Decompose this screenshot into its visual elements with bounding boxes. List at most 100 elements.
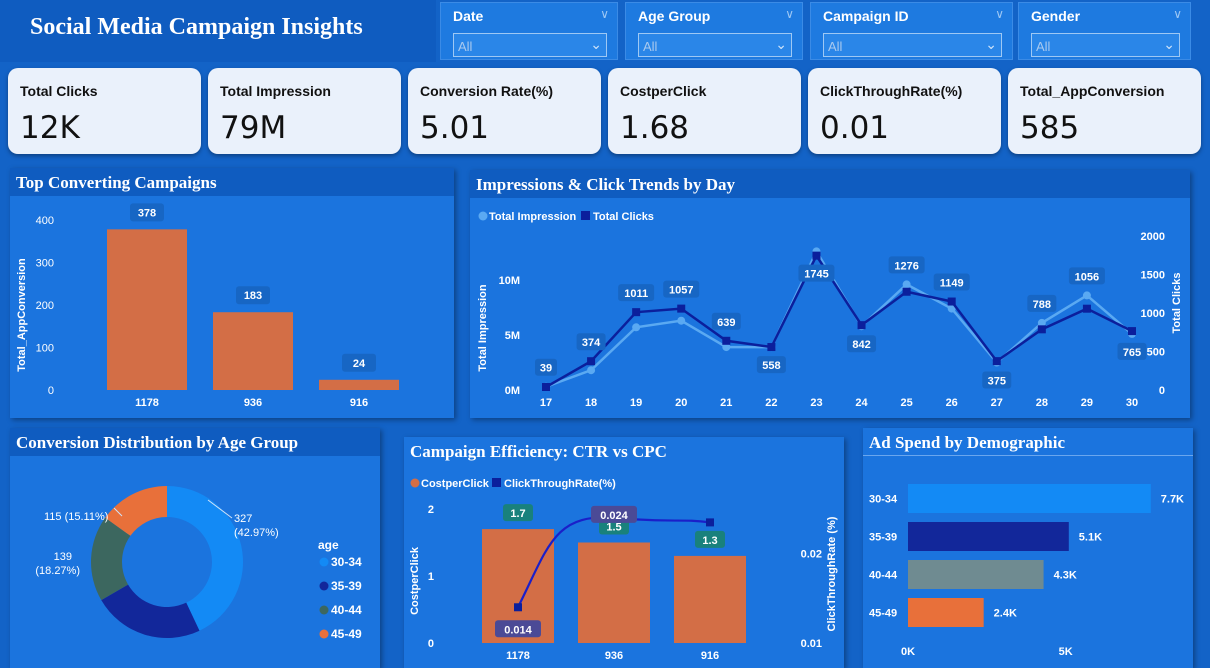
y-tick-label: 2 — [428, 504, 434, 516]
donut-slice — [101, 584, 200, 638]
panel-title: Ad Spend by Demographic — [869, 433, 1066, 452]
y-tick-label: 0 — [428, 638, 434, 650]
trends-chart: Total Impression Total Clicks 0M 5M 10M Total… — [477, 211, 1183, 409]
panel-header: Ad Spend by Demographic — [863, 428, 1193, 456]
kpi-label: CostperClick — [620, 83, 707, 99]
data-label: 1011 — [624, 288, 648, 300]
y-tick-label-right: 0.02 — [801, 549, 822, 561]
slicer-label: Campaign ID — [823, 8, 909, 24]
point-impression — [902, 280, 911, 289]
x-tick-label: 23 — [810, 397, 822, 409]
slicer-age-group[interactable]: Age Group ∨ All ⌄ — [625, 2, 803, 60]
y-tick-label-right: 500 — [1147, 347, 1165, 359]
legend-marker — [581, 211, 590, 220]
slicer-dropdown[interactable]: All ⌄ — [1031, 33, 1180, 57]
kpi-value: 5.01 — [420, 110, 490, 146]
y-tick-label: 400 — [36, 215, 54, 227]
data-label: 39 — [540, 363, 552, 375]
slicer-dropdown[interactable]: All ⌄ — [823, 33, 1002, 57]
y-tick-label-right: 0 — [1159, 385, 1165, 397]
slicer-value: All — [1036, 39, 1051, 54]
chevron-down-icon[interactable]: ∨ — [600, 7, 609, 21]
chevron-down-icon: ⌄ — [590, 36, 602, 52]
data-label: 765 — [1123, 347, 1141, 359]
chevron-down-icon[interactable]: ∨ — [785, 7, 794, 21]
x-tick-label: 29 — [1081, 397, 1093, 409]
x-tick-label: 936 — [244, 397, 262, 409]
x-tick-label: 1178 — [506, 650, 530, 662]
x-tick-label: 25 — [900, 397, 912, 409]
x-tick-label: 26 — [946, 397, 958, 409]
point-clicks — [857, 321, 866, 330]
kpi-card-conversion-rate: Conversion Rate(%) 5.01 — [408, 68, 601, 154]
y-tick-label-right: 0.01 — [801, 638, 822, 650]
chevron-down-icon: ⌄ — [775, 36, 787, 52]
y-axis-label-right: ClickThroughRate (%) — [826, 516, 838, 631]
chevron-down-icon: ⌄ — [1163, 36, 1175, 52]
legend-marker — [492, 478, 501, 487]
slicer-campaign-id[interactable]: Campaign ID ∨ All ⌄ — [810, 2, 1013, 60]
data-label: 1.5 — [606, 522, 621, 534]
y-axis-label-left: Total Impression — [477, 284, 489, 371]
panel-header: Conversion Distribution by Age Group — [10, 428, 380, 456]
bar — [674, 555, 746, 643]
data-label: 842 — [852, 339, 870, 351]
kpi-card-app-conversion: Total_AppConversion 585 — [1008, 68, 1201, 154]
data-label: 1.7 — [510, 508, 525, 520]
slicer-dropdown[interactable]: All ⌄ — [638, 33, 792, 57]
kpi-card-total-impression: Total Impression 79M — [208, 68, 401, 154]
slicer-label: Age Group — [638, 8, 711, 24]
bar — [213, 312, 293, 390]
legend-label: CostperClick — [421, 478, 490, 490]
slicer-date[interactable]: Date ∨ All ⌄ — [440, 2, 618, 60]
y-tick-label: 30-34 — [869, 494, 898, 506]
top-campaigns-chart: 0 100 200 300 400 Total_AppConversion 378 1178 1… — [16, 203, 399, 409]
y-tick-label: 40-44 — [869, 570, 898, 582]
legend-label: 30-34 — [331, 555, 362, 569]
y-tick-label: 0 — [48, 385, 54, 397]
y-tick-label: 1 — [428, 571, 434, 583]
point-clicks — [992, 357, 1001, 366]
slice-label: (18.27%) — [35, 565, 80, 577]
kpi-label: Total_AppConversion — [1020, 83, 1165, 99]
data-label: 5.1K — [1079, 532, 1102, 544]
point-ctr — [514, 603, 522, 612]
chevron-down-icon[interactable]: ∨ — [995, 7, 1004, 21]
x-tick-label: 5K — [1059, 646, 1073, 658]
legend-label: 45-49 — [331, 627, 362, 641]
x-tick-label: 916 — [701, 650, 719, 662]
x-tick-label: 21 — [720, 397, 732, 409]
panel-ad-spend: Ad Spend by Demographic 30-34 7.7K 35-39 5.… — [863, 428, 1193, 668]
legend-marker — [319, 581, 329, 591]
legend-label: 35-39 — [331, 579, 362, 593]
kpi-value: 1.68 — [620, 110, 690, 146]
title-bar: Social Media Campaign Insights — [0, 0, 436, 62]
slicer-value: All — [828, 39, 843, 54]
legend-title: age — [318, 538, 339, 552]
slicer-dropdown[interactable]: All ⌄ — [453, 33, 607, 57]
chevron-down-icon[interactable]: ∨ — [1173, 7, 1182, 21]
chevron-down-icon: ⌄ — [985, 36, 997, 52]
panel-trends: Impressions & Click Trends by Day Total … — [470, 170, 1190, 418]
kpi-card-click-through-rate: ClickThroughRate(%) 0.01 — [808, 68, 1001, 154]
slicer-label: Date — [453, 8, 484, 24]
y-tick-label-right: 1500 — [1141, 270, 1165, 282]
slice-label: 115 (15.11%) — [44, 511, 108, 523]
x-tick-label: 30 — [1126, 397, 1138, 409]
legend-label: ClickThroughRate(%) — [504, 478, 616, 490]
data-label: 7.7K — [1161, 494, 1184, 506]
y-tick-label: 100 — [36, 343, 54, 355]
data-label: 639 — [717, 317, 735, 329]
y-tick-label: 300 — [36, 258, 54, 270]
bar — [578, 542, 650, 643]
kpi-label: Conversion Rate(%) — [420, 83, 554, 99]
point-clicks — [902, 287, 911, 296]
slicer-value: All — [643, 39, 658, 54]
point-clicks — [1128, 327, 1136, 336]
bar — [908, 560, 1044, 589]
slicer-value: All — [458, 39, 473, 54]
y-tick-label-right: 1000 — [1141, 308, 1165, 320]
slicer-gender[interactable]: Gender ∨ All ⌄ — [1018, 2, 1191, 60]
y-axis-label: Total_AppConversion — [16, 258, 28, 372]
data-label: 4.3K — [1054, 570, 1077, 582]
